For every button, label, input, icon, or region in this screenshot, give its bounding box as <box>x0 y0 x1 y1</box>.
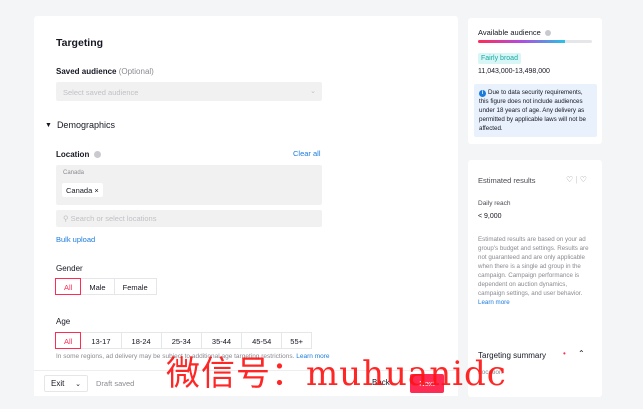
estimated-results-card: Estimated results ♡ | ♡ Daily reach < 9,… <box>468 160 602 352</box>
daily-reach-label: Daily reach <box>478 200 511 207</box>
audience-size-range: 11,043,000-13,498,000 <box>478 68 550 75</box>
location-group-caption: Canada <box>63 170 85 176</box>
data-security-notice: i Due to data security requirements, this… <box>474 84 597 137</box>
location-label-text: Location <box>56 150 90 159</box>
exit-label: Exit <box>51 379 65 388</box>
chevron-down-icon: ⌄ <box>310 88 316 95</box>
gender-label: Gender <box>56 264 83 273</box>
thumbs-up-icon[interactable]: ♡ <box>566 175 573 184</box>
targeting-panel: Targeting Saved audience (Optional) Sele… <box>34 16 458 376</box>
available-audience-title: Available audience <box>478 28 551 37</box>
daily-reach-value: < 9,000 <box>478 213 502 220</box>
clear-all-link[interactable]: Clear all <box>293 149 321 158</box>
available-audience-title-text: Available audience <box>478 28 541 37</box>
info-icon: i <box>479 90 486 97</box>
learn-more-link[interactable]: Learn more <box>478 299 510 306</box>
age-option-all[interactable]: All <box>55 332 82 349</box>
demographics-toggle[interactable]: ▼ Demographics <box>45 120 115 130</box>
data-security-notice-text: Due to data security requirements, this … <box>479 89 586 132</box>
audience-breadth-badge: Fairly broad <box>478 53 521 64</box>
gender-option-all[interactable]: All <box>55 278 82 295</box>
chevron-down-icon: ⌄ <box>75 380 81 388</box>
selected-locations-box: Canada Canada × <box>56 165 322 205</box>
optional-tag: (Optional) <box>118 67 154 76</box>
saved-audience-placeholder: Select saved audience <box>63 88 139 97</box>
thumbs-down-icon[interactable]: ♡ <box>580 175 587 184</box>
draft-status: Draft saved <box>96 379 135 388</box>
age-option-18-24[interactable]: 18-24 <box>120 332 162 349</box>
exit-button[interactable]: Exit ⌄ <box>44 375 88 392</box>
feedback-icons: ♡ | ♡ <box>566 175 587 184</box>
info-icon[interactable] <box>93 151 101 159</box>
location-search-placeholder: Search or select locations <box>70 214 157 223</box>
info-icon[interactable] <box>544 30 551 37</box>
caret-down-icon: ▼ <box>45 121 52 129</box>
saved-audience-label: Saved audience (Optional) <box>56 67 154 76</box>
dot-icon: • <box>563 349 566 358</box>
gender-selector: All Male Female <box>55 278 157 295</box>
estimated-results-note-text: Estimated results are based on your ad g… <box>478 236 589 297</box>
search-icon: ⚲ <box>63 214 69 223</box>
estimated-results-title: Estimated results <box>478 176 536 185</box>
location-chip-label: Canada <box>66 186 93 195</box>
location-chip: Canada × <box>62 183 103 197</box>
gender-option-male[interactable]: Male <box>80 278 115 295</box>
summary-controls: • ⌃ <box>563 349 585 358</box>
estimated-results-note: Estimated results are based on your ad g… <box>478 235 594 307</box>
chevron-up-icon[interactable]: ⌃ <box>578 349 585 358</box>
audience-breadth-fill <box>478 40 565 43</box>
watermark-text: 微信号：muhuanidc <box>166 354 507 394</box>
audience-breadth-bar <box>478 40 592 43</box>
location-label: Location <box>56 150 101 159</box>
location-search-input[interactable]: ⚲ Search or select locations <box>56 210 322 227</box>
section-title: Targeting <box>56 37 104 49</box>
saved-audience-select[interactable]: Select saved audience ⌄ <box>56 82 322 101</box>
close-icon[interactable]: × <box>94 186 98 195</box>
gender-option-female[interactable]: Female <box>113 278 157 295</box>
available-audience-card: Available audience Fairly broad 11,043,0… <box>468 18 602 144</box>
demographics-label: Demographics <box>56 120 115 130</box>
age-option-13-17[interactable]: 13-17 <box>80 332 122 349</box>
age-label: Age <box>56 317 71 326</box>
saved-audience-label-text: Saved audience <box>56 67 117 76</box>
bulk-upload-link[interactable]: Bulk upload <box>56 235 95 244</box>
